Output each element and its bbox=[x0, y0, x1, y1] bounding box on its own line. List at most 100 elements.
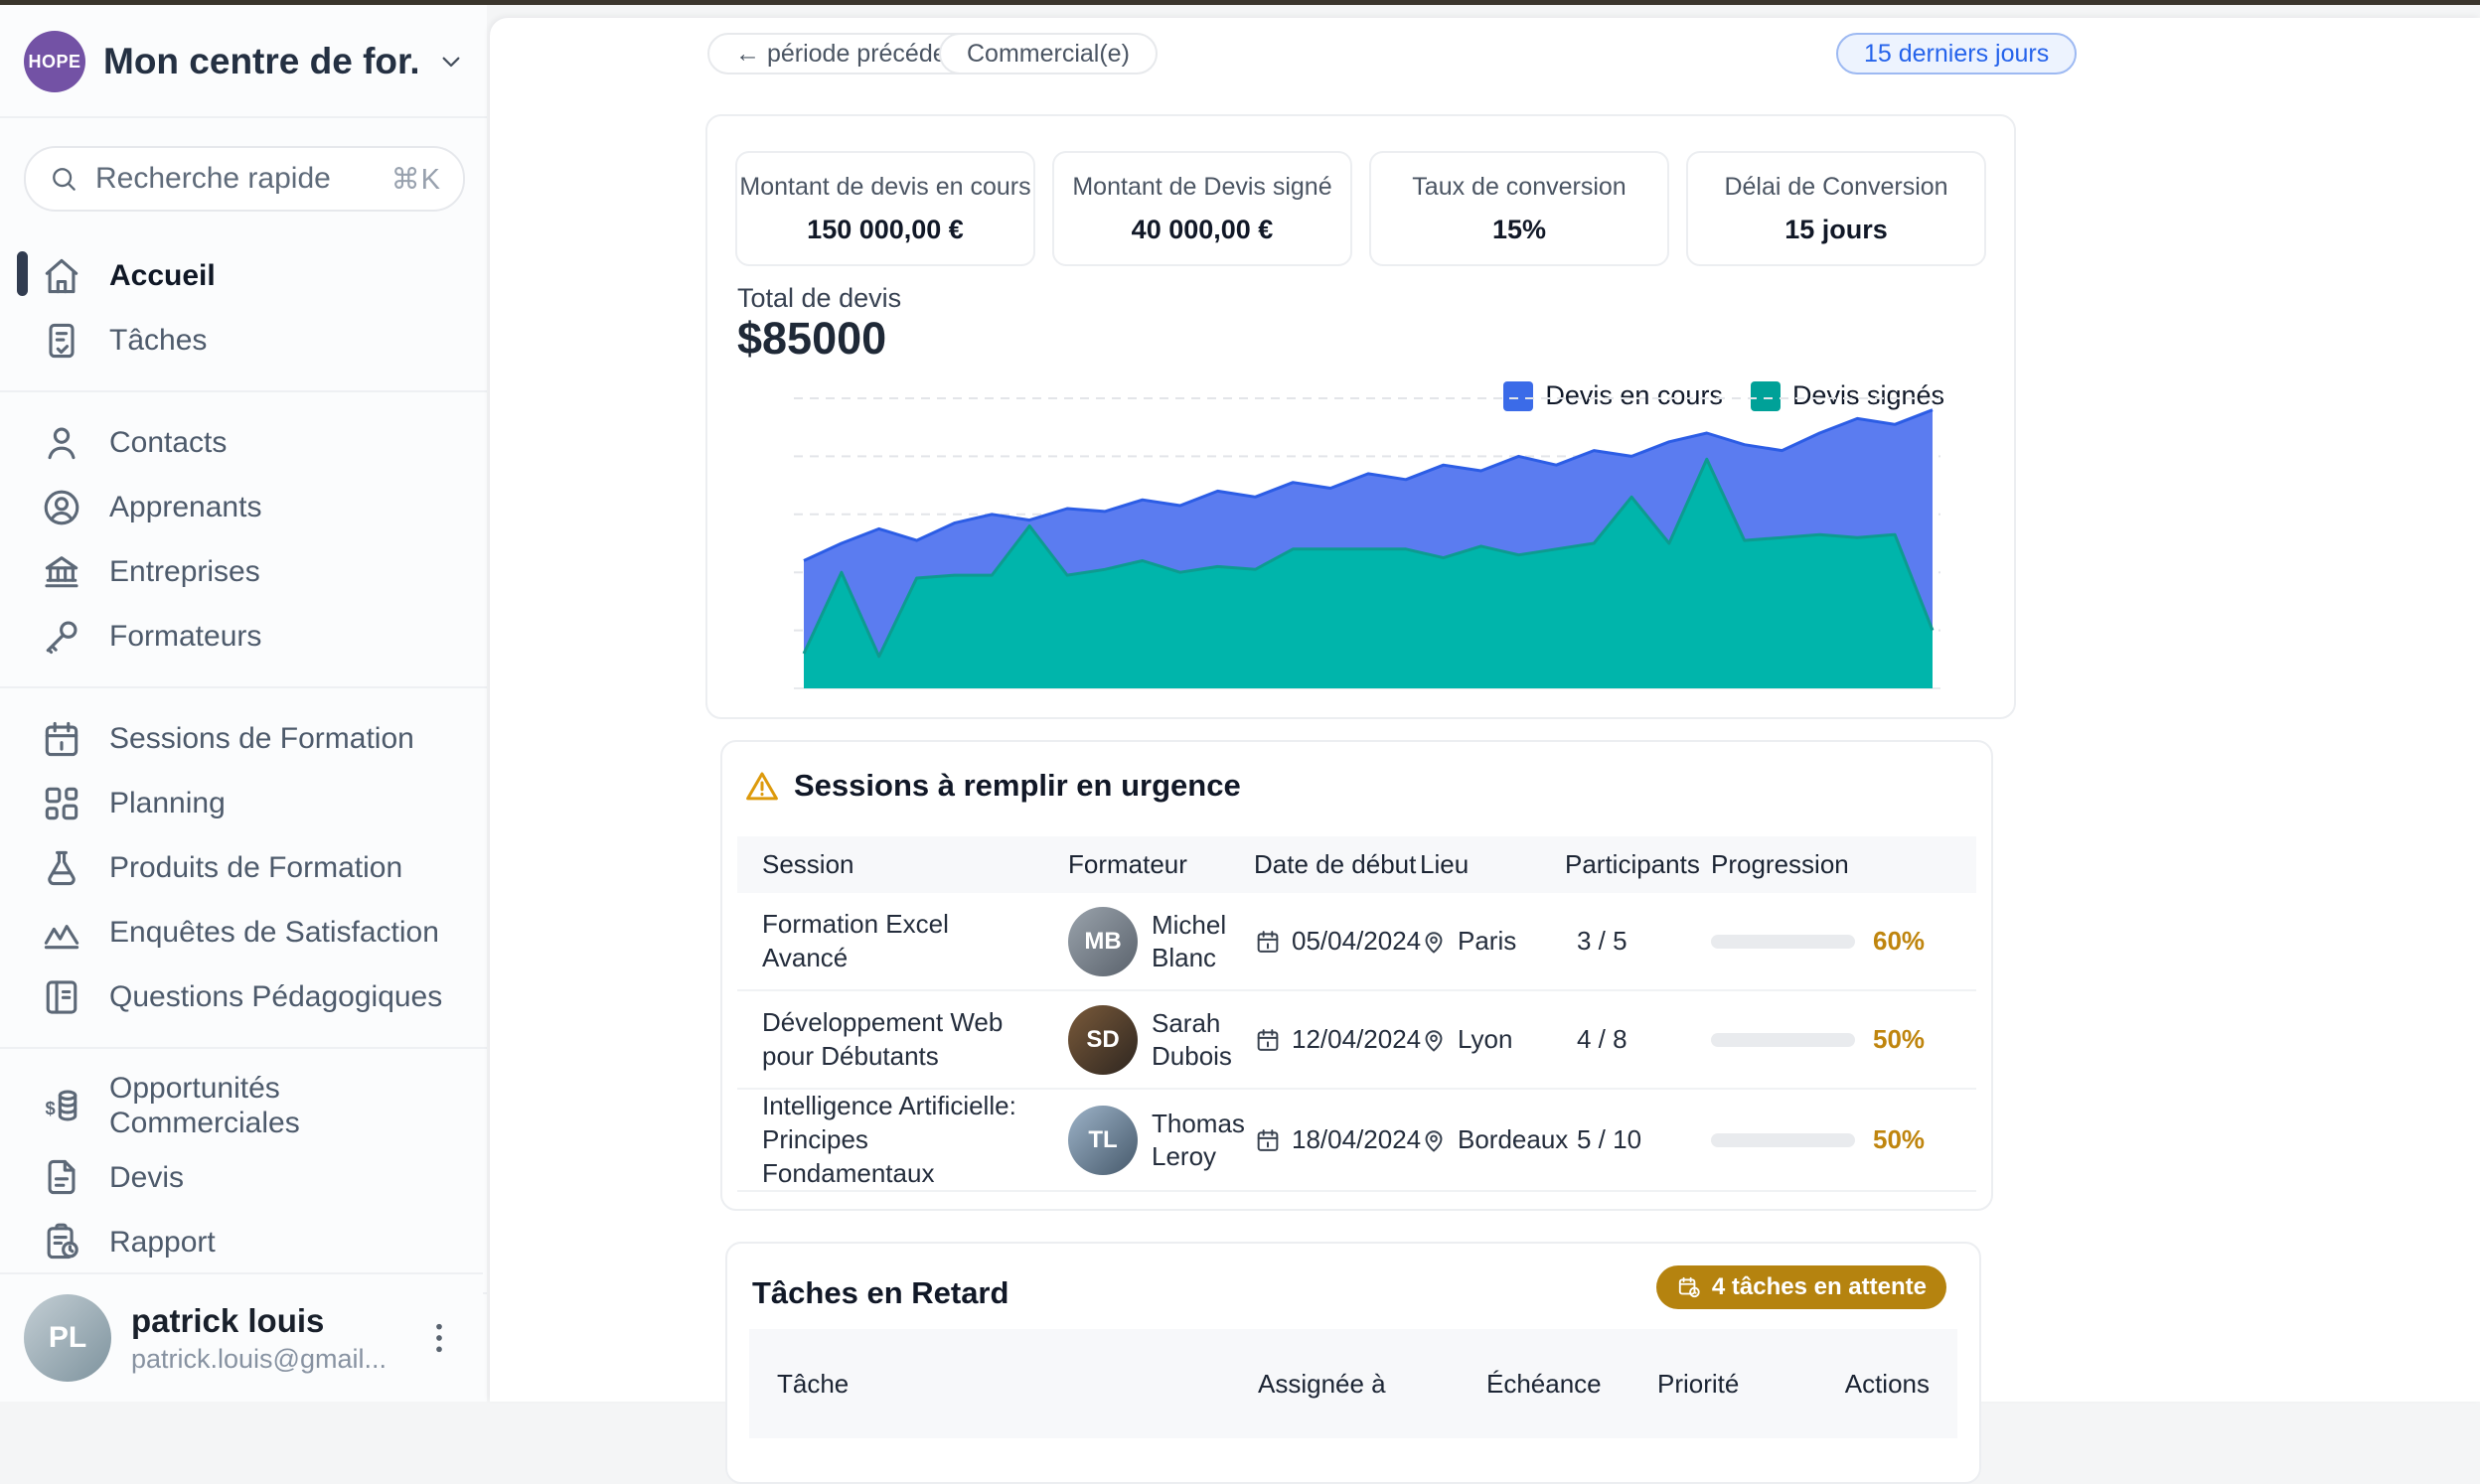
kpi-card: Délai de Conversion 15 jours bbox=[1686, 151, 1986, 266]
peaks-icon bbox=[40, 911, 83, 955]
column-header: Lieu bbox=[1420, 849, 1565, 880]
sidebar-item-apprenants[interactable]: Apprenants bbox=[0, 475, 487, 539]
total-devis-value: $85000 bbox=[737, 313, 886, 365]
column-header: Progression bbox=[1711, 849, 1976, 880]
sidebar-item-opportunites-commerciales[interactable]: $Opportunités Commerciales bbox=[0, 1067, 487, 1145]
session-row[interactable]: Développement Web pour Débutants SD Sara… bbox=[737, 991, 1976, 1090]
sidebar-item-label: Formateurs bbox=[109, 619, 261, 654]
sidebar-item-label: Apprenants bbox=[109, 490, 261, 524]
sidebar-item-formateurs[interactable]: Formateurs bbox=[0, 604, 487, 668]
calendar-icon bbox=[1254, 928, 1282, 956]
column-header: Priorité bbox=[1657, 1369, 1824, 1400]
kpi-label: Délai de Conversion bbox=[1724, 173, 1947, 202]
user-email: patrick.louis@gmail... bbox=[131, 1344, 399, 1375]
chart-canvas bbox=[792, 386, 1944, 696]
urgent-sessions-card: Sessions à remplir en urgence SessionFor… bbox=[720, 740, 1993, 1211]
sidebar-item-taches[interactable]: Tâches bbox=[0, 308, 487, 372]
column-header: Assignée à bbox=[1258, 1369, 1486, 1400]
avatar: TL bbox=[1068, 1106, 1138, 1175]
active-indicator bbox=[17, 251, 28, 296]
column-header: Session bbox=[737, 849, 1068, 880]
sessions-table: SessionFormateurDate de débutLieuPartici… bbox=[737, 836, 1976, 1192]
map-pin-icon bbox=[1420, 928, 1448, 956]
column-header: Tâche bbox=[749, 1369, 1258, 1400]
coins-icon: $ bbox=[40, 1084, 83, 1127]
bank-icon bbox=[40, 550, 83, 594]
tasks-table-header: TâcheAssignée àÉchéancePrioritéActions bbox=[749, 1329, 1957, 1438]
progress-percent: 50% bbox=[1873, 1024, 1925, 1055]
kpi-value: 40 000,00 € bbox=[1132, 215, 1274, 245]
devis-area-chart: Devis en cours Devis signés bbox=[792, 386, 1944, 696]
sidebar-item-rapport[interactable]: Rapport bbox=[0, 1210, 487, 1274]
session-name: Développement Web pour Débutants bbox=[737, 1006, 1068, 1074]
start-date: 12/04/2024 bbox=[1292, 1024, 1421, 1055]
role-filter-button[interactable]: Commercial(e) bbox=[939, 33, 1158, 74]
grid-icon bbox=[40, 782, 83, 825]
sidebar-item-contacts[interactable]: Contacts bbox=[0, 410, 487, 475]
sidebar: HOPE Mon centre de for... Recherche rapi… bbox=[0, 5, 487, 1402]
kpi-card: Montant de Devis signé 40 000,00 € bbox=[1052, 151, 1352, 266]
participants: 3 / 5 bbox=[1565, 926, 1711, 957]
search-shortcut: ⌘K bbox=[391, 162, 441, 197]
sidebar-item-label: Rapport bbox=[109, 1225, 216, 1260]
session-name: Intelligence Artificielle: Principes Fon… bbox=[737, 1090, 1068, 1190]
user-profile[interactable]: PL patrick louis patrick.louis@gmail... bbox=[0, 1272, 483, 1402]
map-pin-icon bbox=[1420, 1026, 1448, 1054]
participants: 5 / 10 bbox=[1565, 1124, 1711, 1155]
trainer-name: SarahDubois bbox=[1152, 1007, 1232, 1072]
pending-tasks-badge: 4 tâches en attente bbox=[1656, 1265, 1946, 1309]
sidebar-item-entreprises[interactable]: Entreprises bbox=[0, 539, 487, 604]
sidebar-item-planning[interactable]: Planning bbox=[0, 771, 487, 835]
search-icon bbox=[48, 163, 79, 195]
sidebar-item-sessions-de-formation[interactable]: Sessions de Formation bbox=[0, 706, 487, 771]
calendar-icon bbox=[40, 717, 83, 761]
sidebar-item-label: Contacts bbox=[109, 425, 227, 460]
progress-percent: 60% bbox=[1873, 926, 1925, 957]
report-icon bbox=[40, 1220, 83, 1263]
progress-bar bbox=[1711, 1133, 1855, 1147]
kpi-card: Montant de devis en cours 150 000,00 € bbox=[735, 151, 1035, 266]
progress-bar bbox=[1711, 935, 1855, 949]
search-input[interactable]: Recherche rapide ⌘K bbox=[24, 146, 465, 212]
sidebar-divider bbox=[0, 116, 487, 118]
kpi-value: 150 000,00 € bbox=[807, 215, 964, 245]
home-icon bbox=[40, 254, 83, 298]
progress-percent: 50% bbox=[1873, 1124, 1925, 1155]
sidebar-item-accueil[interactable]: Accueil bbox=[0, 243, 487, 308]
user-name: patrick louis bbox=[131, 1302, 399, 1340]
sessions-table-header: SessionFormateurDate de débutLieuPartici… bbox=[737, 836, 1976, 893]
org-switcher[interactable]: HOPE Mon centre de for... bbox=[0, 5, 487, 116]
column-header: Date de début bbox=[1254, 849, 1420, 880]
location: Lyon bbox=[1458, 1024, 1512, 1055]
sidebar-item-label: Planning bbox=[109, 786, 226, 820]
session-row[interactable]: Formation Excel Avancé MB MichelBlanc 05… bbox=[737, 893, 1976, 991]
sidebar-item-label: Enquêtes de Satisfaction bbox=[109, 915, 439, 950]
avatar: PL bbox=[24, 1294, 111, 1382]
avatar: MB bbox=[1068, 907, 1138, 976]
participants: 4 / 8 bbox=[1565, 1024, 1711, 1055]
kebab-menu-icon[interactable] bbox=[419, 1316, 459, 1360]
sidebar-item-questions-pedagogiques[interactable]: Questions Pédagogiques bbox=[0, 965, 487, 1029]
date-range-button[interactable]: 15 derniers jours bbox=[1836, 33, 2077, 74]
sidebar-item-enquetes-de-satisfaction[interactable]: Enquêtes de Satisfaction bbox=[0, 900, 487, 965]
search-placeholder: Recherche rapide bbox=[95, 162, 331, 196]
sidebar-nav: AccueilTâches Contacts Apprenants Entrepris… bbox=[0, 225, 487, 1294]
calendar-icon bbox=[1254, 1026, 1282, 1054]
kpi-row: Montant de devis en cours 150 000,00 €Mo… bbox=[735, 151, 1986, 266]
session-row[interactable]: Intelligence Artificielle: Principes Fon… bbox=[737, 1090, 1976, 1192]
start-date: 18/04/2024 bbox=[1292, 1124, 1421, 1155]
trainer-name: ThomasLeroy bbox=[1152, 1108, 1245, 1172]
file-icon bbox=[40, 1155, 83, 1199]
flask-icon bbox=[40, 846, 83, 890]
main-panel: ← période précédente Commercial(e) 15 de… bbox=[490, 18, 2480, 1402]
sidebar-item-label: Produits de Formation bbox=[109, 850, 402, 885]
kpi-value: 15 jours bbox=[1784, 215, 1888, 245]
key-icon bbox=[40, 615, 83, 659]
sidebar-item-devis[interactable]: Devis bbox=[0, 1145, 487, 1210]
user-icon bbox=[40, 421, 83, 465]
location: Paris bbox=[1458, 926, 1516, 957]
svg-text:$: $ bbox=[46, 1098, 56, 1118]
kpi-label: Montant de devis en cours bbox=[739, 173, 1030, 202]
sidebar-item-produits-de-formation[interactable]: Produits de Formation bbox=[0, 835, 487, 900]
avatar: SD bbox=[1068, 1005, 1138, 1075]
